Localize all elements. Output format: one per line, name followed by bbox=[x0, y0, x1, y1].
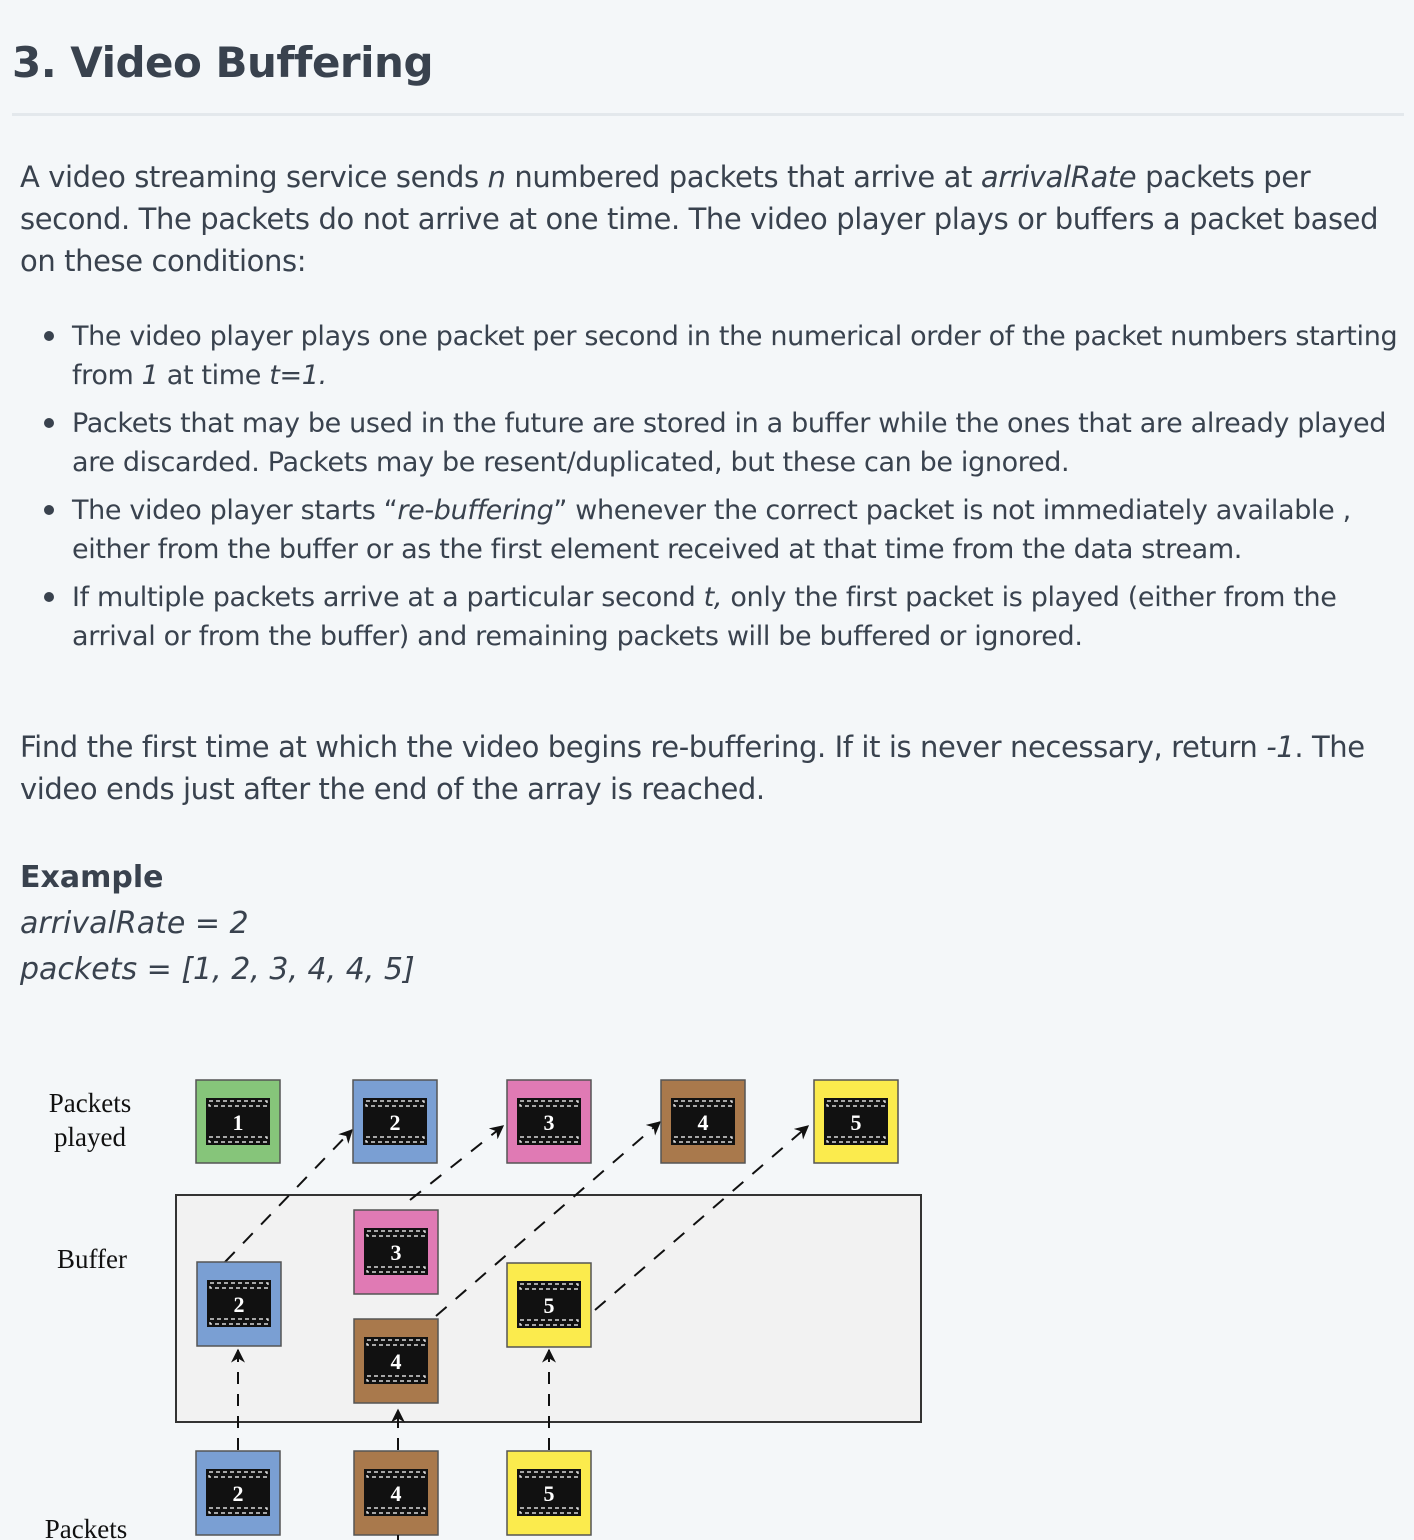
buffer-packet-2: 2 bbox=[196, 1261, 282, 1347]
title-divider bbox=[12, 113, 1404, 116]
example-heading: Example bbox=[20, 860, 164, 895]
buffer-packet-3: 3 bbox=[353, 1209, 439, 1295]
played-packet-5: 5 bbox=[813, 1079, 899, 1164]
svg-text:2: 2 bbox=[233, 1481, 244, 1506]
condition-item: The video player plays one packet per se… bbox=[20, 317, 1404, 395]
played-packet-1: 1 bbox=[195, 1079, 281, 1164]
svg-text:4: 4 bbox=[391, 1349, 402, 1374]
buffer-packet-4: 4 bbox=[353, 1318, 439, 1404]
incoming-packet-2: 2 bbox=[195, 1450, 281, 1536]
incoming-packet-5: 5 bbox=[506, 1450, 592, 1536]
incoming-packet-4: 4 bbox=[353, 1450, 439, 1536]
label-buffer: Buffer bbox=[57, 1244, 127, 1274]
condition-item: If multiple packets arrive at a particul… bbox=[20, 578, 1404, 656]
var-n: n bbox=[487, 160, 506, 194]
svg-text:5: 5 bbox=[851, 1110, 862, 1135]
svg-text:4: 4 bbox=[391, 1481, 402, 1506]
svg-text:2: 2 bbox=[234, 1292, 245, 1317]
label-packets-played-1: Packets bbox=[49, 1088, 131, 1118]
played-packet-2: 2 bbox=[352, 1079, 438, 1164]
buffer-packet-5: 5 bbox=[506, 1262, 592, 1348]
task-paragraph: Find the first time at which the video b… bbox=[20, 730, 1365, 806]
label-packets-played-2: played bbox=[54, 1122, 126, 1152]
svg-text:3: 3 bbox=[391, 1240, 402, 1265]
svg-text:1: 1 bbox=[233, 1110, 244, 1135]
svg-text:5: 5 bbox=[544, 1481, 555, 1506]
buffer-diagram: Packets played Buffer Packets 1 2 3 4 5 … bbox=[45, 1079, 922, 1540]
example-packets: packets = [1, 2, 3, 4, 4, 5] bbox=[20, 952, 415, 987]
conditions-list: The video player plays one packet per se… bbox=[20, 317, 1404, 665]
svg-text:5: 5 bbox=[544, 1293, 555, 1318]
var-arrival-rate: arrivalRate bbox=[980, 160, 1137, 194]
played-packet-4: 4 bbox=[660, 1079, 746, 1164]
condition-item: Packets that may be used in the future a… bbox=[20, 404, 1404, 482]
svg-text:4: 4 bbox=[698, 1110, 709, 1135]
condition-item: The video player starts “re-buffering” w… bbox=[20, 491, 1404, 569]
played-packet-3: 3 bbox=[506, 1079, 592, 1164]
label-packets-incoming: Packets bbox=[45, 1514, 127, 1540]
page-title: 3. Video Buffering bbox=[12, 38, 434, 87]
intro-paragraph: A video streaming service sends n number… bbox=[20, 160, 1379, 278]
svg-text:3: 3 bbox=[544, 1110, 555, 1135]
svg-text:2: 2 bbox=[390, 1110, 401, 1135]
example-arrival-rate: arrivalRate = 2 bbox=[20, 906, 249, 941]
